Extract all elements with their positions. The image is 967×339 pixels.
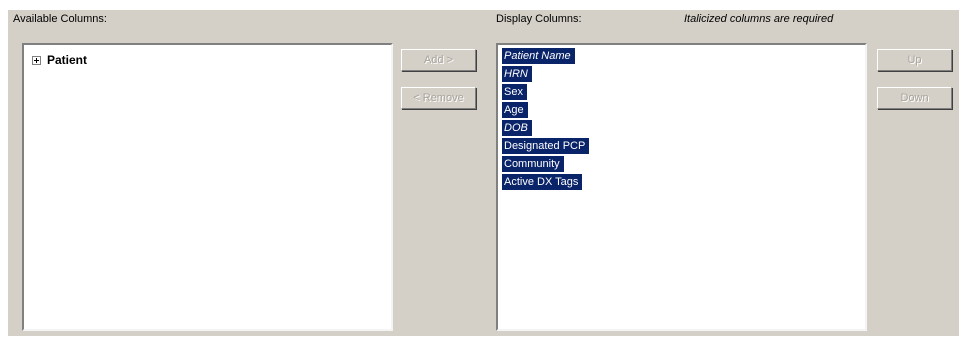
remove-button[interactable]: < Remove — [401, 87, 476, 109]
down-button[interactable]: Down — [877, 87, 952, 109]
display-columns-list[interactable]: Patient Name HRN Sex Age DOB Designated PCP Co… — [496, 43, 867, 331]
tree-node-label: Patient — [47, 53, 88, 67]
display-columns-label: Display Columns: — [496, 13, 582, 25]
display-columns-items: Patient Name HRN Sex Age DOB Designated PCP Co… — [502, 48, 590, 192]
display-column-item[interactable]: DOB — [502, 120, 532, 136]
display-column-item[interactable]: HRN — [502, 66, 532, 82]
display-column-item[interactable]: Patient Name — [502, 48, 575, 64]
plus-box-icon[interactable] — [32, 55, 41, 65]
display-column-item[interactable]: Age — [502, 102, 528, 118]
add-button[interactable]: Add > — [401, 49, 476, 71]
display-column-item[interactable]: Sex — [502, 84, 527, 100]
column-chooser-dialog: Available Columns: Patient Add > < Remov… — [8, 10, 959, 336]
display-column-item[interactable]: Designated PCP — [502, 138, 590, 154]
display-column-item[interactable]: Active DX Tags — [502, 174, 583, 190]
available-columns-tree[interactable]: Patient — [22, 43, 393, 331]
up-button[interactable]: Up — [877, 49, 952, 71]
required-columns-note: Italicized columns are required — [684, 13, 834, 25]
available-columns-label: Available Columns: — [13, 13, 107, 25]
tree-node-patient[interactable]: Patient — [32, 53, 87, 67]
display-column-item[interactable]: Community — [502, 156, 564, 172]
